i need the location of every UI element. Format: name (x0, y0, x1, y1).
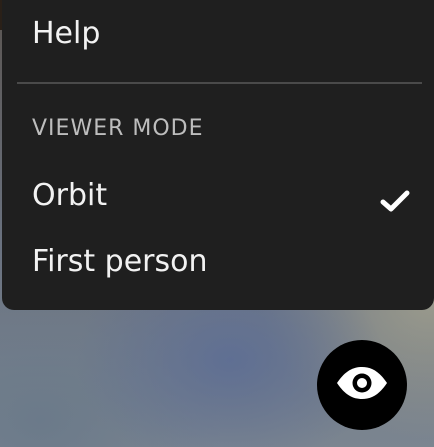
menu-divider (17, 82, 422, 84)
viewer-menu: Help VIEWER MODE Orbit First person (2, 0, 434, 310)
viewer-mode-button[interactable] (317, 340, 407, 430)
menu-item-help-label: Help (32, 16, 101, 51)
menu-item-help[interactable]: Help (32, 14, 410, 54)
eye-icon (335, 366, 389, 404)
menu-item-orbit-label: Orbit (32, 178, 108, 213)
menu-item-first-person[interactable]: First person (32, 242, 410, 282)
check-icon (380, 184, 410, 212)
menu-item-orbit[interactable]: Orbit (32, 176, 410, 216)
menu-item-first-person-label: First person (32, 244, 208, 279)
section-header-viewer-mode: VIEWER MODE (32, 116, 204, 141)
